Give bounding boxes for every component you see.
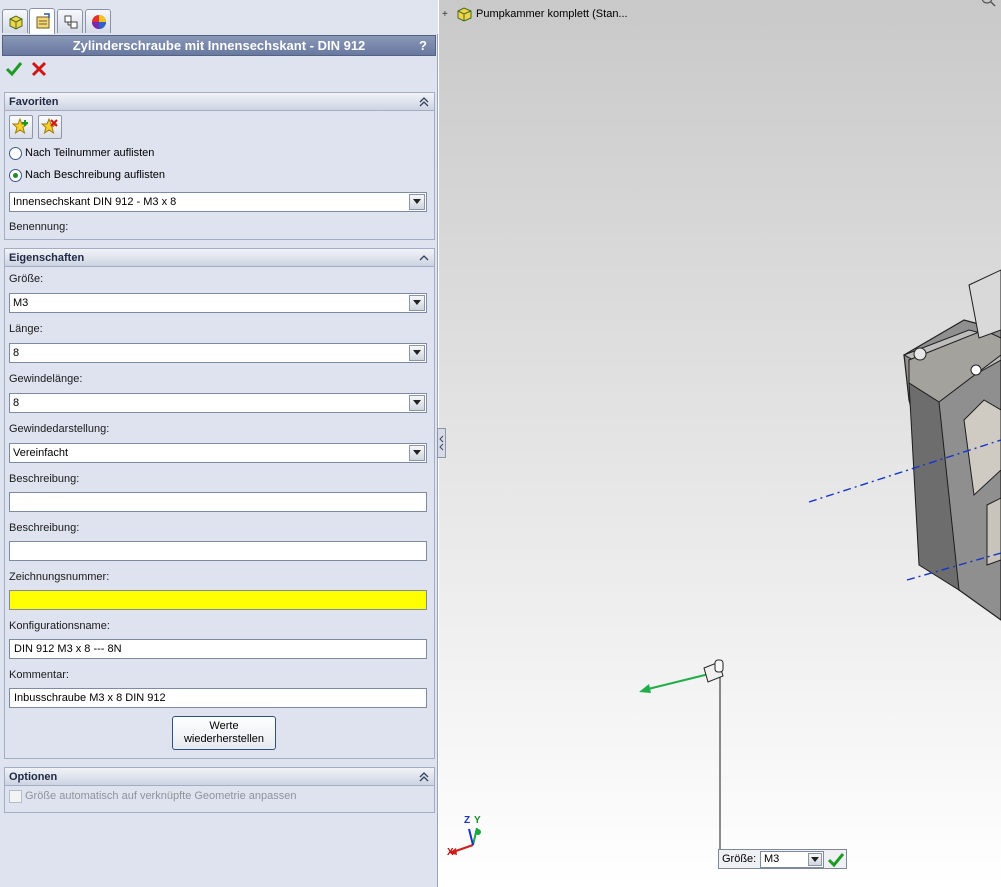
ok-button[interactable] (5, 60, 23, 78)
radio-circle (9, 147, 22, 160)
panel-title-bar: Zylinderschraube mit Innensechskant - DI… (2, 35, 436, 56)
options-body: Größe automatisch auf verknüpfte Geometr… (5, 786, 434, 812)
radio-part-number-label: Nach Teilnummer auflisten (25, 147, 155, 159)
options-header-label: Optionen (9, 771, 58, 783)
thread-display-select[interactable]: Vereinfacht (9, 443, 427, 463)
popup-ok-icon[interactable] (827, 851, 845, 868)
properties-group: Eigenschaften Größe: M3 Länge: 8 Gewinde… (4, 248, 435, 759)
description2-label: Beschreibung: (9, 522, 80, 534)
collapse-icon[interactable] (418, 252, 430, 264)
remove-favorite-icon (41, 118, 58, 135)
name-label: Benennung: (9, 221, 69, 233)
favorites-group: Favoriten Nach Teilnummer auflisten Nach… (4, 92, 435, 240)
restore-values-button[interactable]: Werte wiederherstellen (172, 716, 276, 750)
chevron-down-icon[interactable] (409, 345, 425, 361)
assembly-icon[interactable] (456, 6, 473, 23)
comment-label: Kommentar: (9, 669, 69, 681)
manager-tab-bar (0, 0, 438, 34)
cancel-button[interactable] (30, 60, 48, 78)
favorites-header[interactable]: Favoriten (5, 93, 434, 111)
tab-configuration-manager[interactable] (57, 9, 83, 33)
size-select[interactable]: M3 (9, 293, 427, 313)
size-label: Größe: (9, 273, 44, 285)
radio-description-label: Nach Beschreibung auflisten (25, 169, 166, 181)
chevron-left-icon (439, 435, 444, 451)
comment-field[interactable]: Inbusschraube M3 x 8 DIN 912 (9, 688, 427, 708)
tab-display-manager[interactable] (85, 9, 111, 33)
thread-display-label: Gewindedarstellung: (9, 423, 110, 435)
thread-length-select[interactable]: 8 (9, 393, 427, 413)
thread-display-select-value: Vereinfacht (13, 447, 69, 459)
size-select-value: M3 (13, 297, 29, 309)
collapse-icon[interactable] (418, 771, 430, 783)
graphics-viewport[interactable]: X Y Z (439, 0, 1001, 887)
popup-size-label: Größe: (722, 853, 757, 865)
properties-header[interactable]: Eigenschaften (5, 249, 434, 267)
auto-size-label: Größe automatisch auf verknüpfte Geometr… (25, 790, 297, 802)
collapse-icon[interactable] (418, 96, 430, 108)
restore-button-line1: Werte (209, 720, 239, 732)
description1-label: Beschreibung: (9, 473, 80, 485)
tree-root-label[interactable]: Pumpkammer komplett (Stan... (476, 8, 628, 20)
description2-field[interactable] (9, 541, 427, 561)
favorite-select[interactable]: Innensechskant DIN 912 - M3 x 8 (9, 192, 427, 212)
favorite-select-value: Innensechskant DIN 912 - M3 x 8 (13, 196, 177, 208)
thread-length-select-value: 8 (13, 397, 20, 409)
drawing-number-field[interactable] (9, 590, 427, 610)
thread-length-label: Gewindelänge: (9, 373, 83, 385)
panel-splitter-handle[interactable] (437, 428, 446, 458)
help-icon[interactable]: ? (419, 36, 427, 55)
chevron-down-icon[interactable] (409, 445, 425, 461)
chevron-down-icon[interactable] (409, 395, 425, 411)
axis-z-label: Z (464, 815, 471, 826)
property-manager-icon (36, 13, 50, 29)
auto-size-checkbox[interactable] (9, 790, 22, 803)
chevron-down-icon[interactable] (409, 194, 425, 210)
config-name-label: Konfigurationsname: (9, 620, 110, 632)
favorites-body: Nach Teilnummer auflisten Nach Beschreib… (5, 111, 434, 239)
view-search-icon[interactable] (979, 0, 999, 8)
tree-expand-toggle[interactable]: + (442, 9, 448, 20)
length-label: Länge: (9, 323, 43, 335)
axis-y-label: Y (474, 815, 481, 826)
display-manager-icon (92, 15, 106, 29)
chevron-down-icon[interactable] (409, 295, 425, 311)
popup-size-select[interactable]: M3 (760, 851, 824, 868)
length-select[interactable]: 8 (9, 343, 427, 363)
model-view (449, 269, 1001, 855)
insert-direction-arrow (643, 673, 710, 691)
drawing-number-label: Zeichnungsnummer: (9, 571, 110, 583)
options-group: Optionen Größe automatisch auf verknüpft… (4, 767, 435, 813)
add-favorite-icon (12, 118, 29, 135)
size-popup-toolbar: Größe: M3 (718, 849, 847, 869)
axis-x-label: X (447, 847, 454, 858)
radio-circle-selected (9, 169, 22, 182)
feature-manager-icon (9, 15, 23, 30)
property-manager-panel: Zylinderschraube mit Innensechskant - DI… (0, 0, 438, 887)
length-select-value: 8 (13, 347, 20, 359)
panel-title: Zylinderschraube mit Innensechskant - DI… (72, 38, 366, 53)
favorites-header-label: Favoriten (9, 96, 59, 108)
restore-button-line2: wiederherstellen (183, 733, 265, 745)
description1-field[interactable] (9, 492, 427, 512)
remove-favorite-button[interactable] (38, 115, 62, 139)
properties-header-label: Eigenschaften (9, 252, 85, 264)
config-name-field[interactable]: DIN 912 M3 x 8 --- 8N (9, 639, 427, 659)
popup-size-value: M3 (764, 853, 780, 865)
arrow-head (639, 684, 651, 693)
configuration-manager-icon (64, 15, 78, 29)
options-header[interactable]: Optionen (5, 768, 434, 786)
tab-property-manager[interactable] (29, 8, 55, 34)
tab-feature-manager[interactable] (2, 9, 28, 33)
chevron-down-icon[interactable] (808, 853, 822, 866)
add-favorite-button[interactable] (9, 115, 33, 139)
